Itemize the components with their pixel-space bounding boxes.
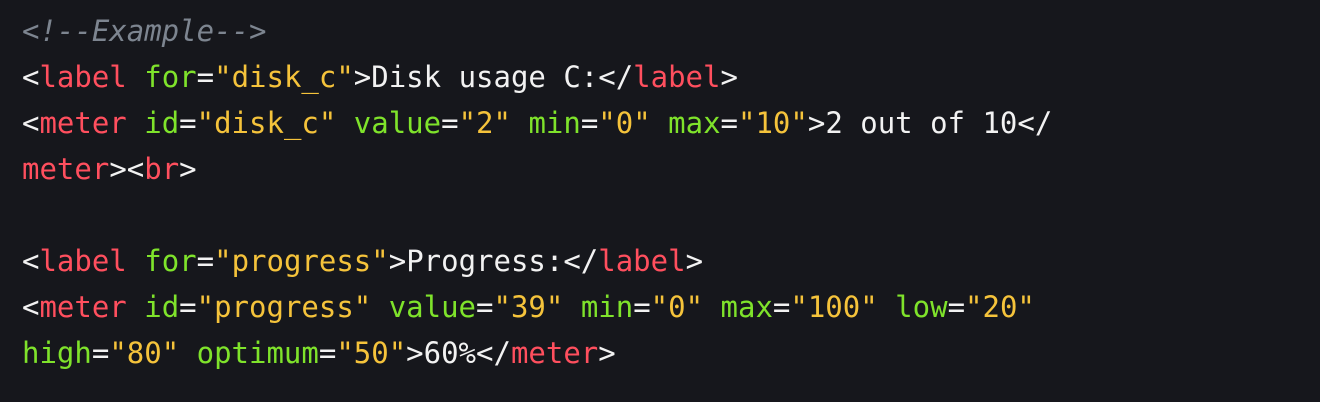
code-block: <!--Example--> <label for="disk_c">Disk …	[0, 0, 1320, 402]
code-token-tag: meter	[510, 336, 599, 370]
code-token-punct: =	[476, 290, 494, 324]
code-token-text: 60%	[423, 336, 477, 370]
code-token-string: "100"	[790, 290, 878, 324]
code-line: high="80" optimum="50">60%</meter>	[22, 330, 1320, 376]
code-token-punct: >	[179, 152, 197, 186]
code-token-tag: meter	[39, 106, 127, 140]
code-line: <label for="progress">Progress:</label>	[22, 238, 1320, 284]
code-token-string: "disk_c"	[214, 60, 354, 94]
code-token-string: "20"	[965, 290, 1035, 324]
code-token-punct: </	[476, 336, 511, 370]
code-token-attr: max	[720, 290, 773, 324]
code-token-punct: >	[598, 336, 616, 370]
code-line: <meter id="disk_c" value="2" min="0" max…	[22, 100, 1320, 146]
code-line: <!--Example-->	[22, 8, 1320, 54]
code-token-punct: <	[22, 106, 40, 140]
code-token-attr: min	[528, 106, 581, 140]
code-line: meter><br>	[22, 146, 1320, 192]
code-token-string: "10"	[738, 106, 808, 140]
code-token-string: "80"	[109, 336, 180, 370]
code-token-punct: =	[196, 244, 215, 278]
code-token-tag: meter	[22, 152, 110, 186]
code-token-attr: id	[144, 290, 180, 324]
code-token-punct: >	[807, 106, 826, 140]
code-token-attr: low	[895, 290, 948, 324]
code-token-punct: >	[720, 60, 738, 94]
code-token-string: "50"	[336, 336, 407, 370]
code-token-string: "disk_c"	[196, 106, 337, 140]
code-token-text: Disk usage C:	[371, 60, 599, 94]
code-token-text: 2 out of 10	[825, 106, 1018, 140]
code-token-punct: =	[772, 290, 791, 324]
code-token-string: "0"	[650, 290, 704, 324]
code-token-comment: <!--Example-->	[22, 14, 267, 48]
code-token-punct: =	[580, 106, 599, 140]
code-token-string: "39"	[493, 290, 564, 324]
code-token-tag: br	[144, 152, 180, 186]
code-token-attr: min	[580, 290, 634, 324]
code-token-tag: label	[598, 244, 686, 278]
code-token-punct: =	[947, 290, 966, 324]
code-token-attr: for	[144, 244, 197, 278]
code-token-string: "progress"	[214, 244, 389, 278]
code-token-attr: value	[388, 290, 477, 324]
code-token-punct: =	[318, 336, 337, 370]
code-token-attr: id	[144, 106, 180, 140]
code-token-tag: label	[633, 60, 721, 94]
code-token-punct: ><	[109, 152, 145, 186]
code-token-punct: <	[22, 60, 40, 94]
code-token-string: "2"	[458, 106, 511, 140]
code-line: <meter id="progress" value="39" min="0" …	[22, 284, 1320, 330]
code-token-punct: >	[406, 336, 424, 370]
code-token-punct: </	[598, 60, 634, 94]
code-token-tag: label	[39, 244, 127, 278]
code-token-punct: =	[720, 106, 739, 140]
code-token-punct: <	[22, 244, 40, 278]
code-token-tag: meter	[39, 290, 127, 324]
code-token-tag: label	[39, 60, 127, 94]
code-token-punct: =	[179, 106, 197, 140]
code-token-punct: =	[441, 106, 459, 140]
code-token-attr: value	[353, 106, 442, 140]
code-token-text: Progress:	[406, 244, 564, 278]
code-token-string: "0"	[598, 106, 651, 140]
code-token-punct: =	[633, 290, 651, 324]
code-token-punct: </	[563, 244, 599, 278]
code-token-attr: max	[668, 106, 721, 140]
code-token-punct: <	[22, 290, 40, 324]
code-token-attr: for	[144, 60, 197, 94]
code-token-punct: =	[91, 336, 110, 370]
code-token-punct: >	[685, 244, 704, 278]
code-token-punct: >	[388, 244, 407, 278]
code-token-punct: </	[1017, 106, 1053, 140]
code-token-attr: high	[22, 336, 92, 370]
code-token-attr: optimum	[196, 336, 319, 370]
code-token-punct: =	[196, 60, 215, 94]
code-token-punct: >	[353, 60, 372, 94]
code-line: <label for="disk_c">Disk usage C:</label…	[22, 54, 1320, 100]
code-token-punct: =	[179, 290, 197, 324]
code-token-string: "progress"	[196, 290, 372, 324]
